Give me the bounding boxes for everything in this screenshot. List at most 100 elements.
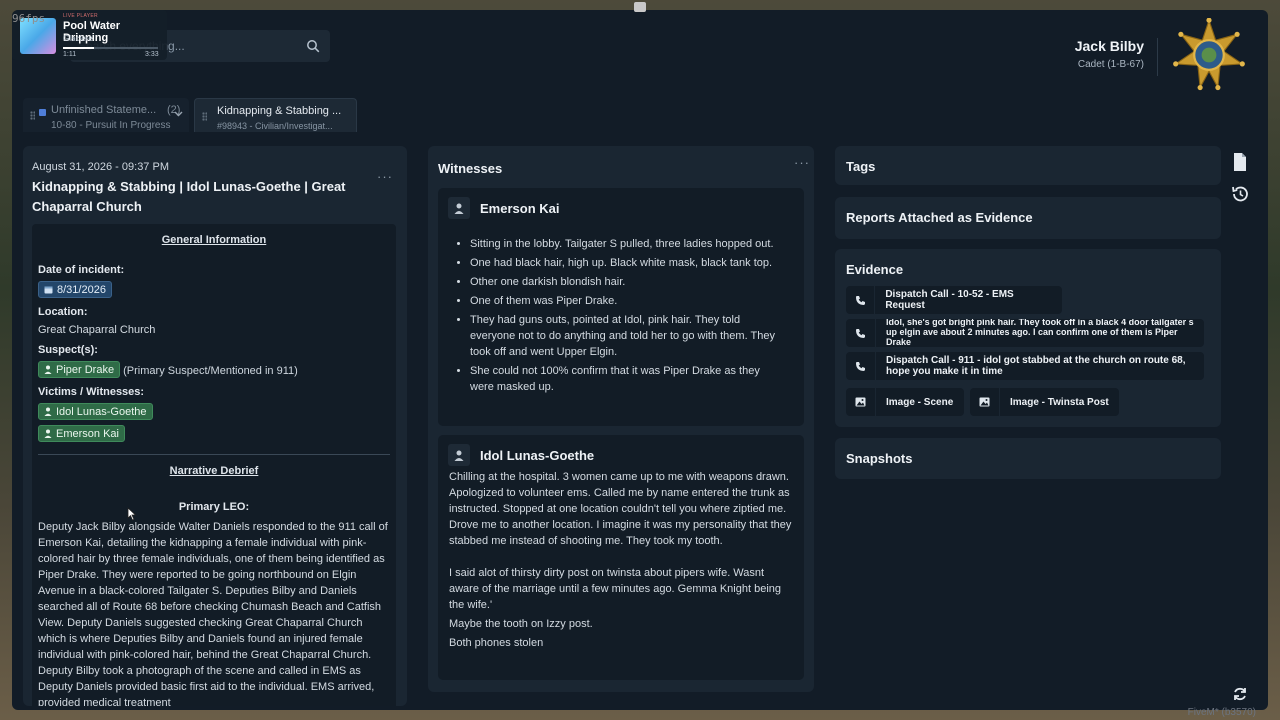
phone-icon	[846, 286, 876, 314]
more-options-icon[interactable]: ···	[377, 170, 393, 183]
track-elapsed: 1:11	[63, 51, 77, 58]
victim-chip[interactable]: Emerson Kai	[38, 425, 125, 442]
witnesses-title: Witnesses	[438, 161, 503, 176]
phone-icon	[846, 352, 876, 380]
suspects-label: Suspect(s):	[38, 344, 98, 356]
evidence-label: Image - Twinsta Post	[1010, 396, 1109, 408]
user-name: Jack Bilby	[1074, 38, 1144, 54]
reports-evidence-section[interactable]: Reports Attached as Evidence	[835, 197, 1221, 239]
tab-unfinished-statements[interactable]: Unfinished Stateme... (2) 10-80 - Pursui…	[23, 98, 189, 132]
person-icon	[448, 197, 470, 219]
suspect-note: (Primary Suspect/Mentioned in 911)	[123, 365, 298, 377]
location-value: Great Chaparral Church	[38, 324, 156, 336]
victim-name: Idol Lunas-Goethe	[56, 405, 147, 418]
report-panel: August 31, 2026 - 09:37 PM Kidnapping & …	[23, 146, 407, 706]
tab-subtitle: #98943 - Civilian/Investigat...	[217, 121, 333, 131]
statement-point: They had guns outs, pointed at Idol, pin…	[470, 312, 786, 360]
phone-icon	[846, 319, 876, 347]
person-icon	[44, 429, 52, 438]
statement-point: One had black hair, high up. Black white…	[470, 255, 786, 271]
suspect-name: Piper Drake	[56, 363, 115, 376]
victims-label: Victims / Witnesses:	[38, 386, 145, 398]
suspect-chip[interactable]: Piper Drake	[38, 361, 121, 378]
person-icon	[44, 407, 52, 416]
statement-paragraph: Chilling at the hospital. 3 women came u…	[449, 471, 792, 547]
drag-handle-icon[interactable]	[202, 112, 207, 121]
witness-name: Idol Lunas-Goethe	[480, 447, 595, 463]
user-rank: Cadet (1-B-67)	[1077, 59, 1144, 70]
document-icon[interactable]	[1230, 152, 1250, 172]
victim-name: Emerson Kai	[56, 427, 119, 440]
date-chip-value: 8/31/2026	[57, 283, 106, 296]
statement-paragraph: Both phones stolen	[449, 637, 544, 649]
evidence-item[interactable]: Dispatch Call - 911 - 3 masked females j…	[846, 319, 1204, 347]
music-tag: LIVE PLAYER	[63, 13, 98, 19]
history-icon[interactable]	[1230, 184, 1250, 204]
general-info-heading: General Information	[161, 234, 267, 246]
tags-title: Tags	[846, 159, 876, 174]
mdt-window: LIVE PLAYER Pool Water Dripping Glaciere…	[12, 10, 1268, 710]
user-divider	[1157, 38, 1158, 76]
date-chip[interactable]: 8/31/2026	[38, 281, 112, 298]
drag-handle-icon[interactable]	[30, 111, 35, 120]
search-icon[interactable]	[306, 39, 320, 53]
statement-point: One of them was Piper Drake.	[470, 293, 786, 309]
user-info: Jack Bilby Cadet (1-B-67)	[1075, 38, 1144, 70]
primary-leo-label: Primary LEO:	[178, 501, 250, 513]
report-title: Kidnapping & Stabbing | Idol Lunas-Goeth…	[32, 179, 346, 214]
tab-subtitle: 10-80 - Pursuit In Progress	[51, 120, 171, 131]
statement-paragraph: Maybe the tooth on Izzy post.	[449, 618, 593, 630]
narrative-text: Deputy Jack Bilby alongside Walter Danie…	[38, 521, 388, 706]
reports-title: Reports Attached as Evidence	[846, 210, 1033, 225]
fps-counter: 96fps	[12, 12, 46, 25]
sheriff-star-badge-icon	[1173, 18, 1245, 91]
statement-paragraph: I said alot of thirsty dirty post on twi…	[449, 567, 782, 611]
statement-point: She could not 100% confirm that it was P…	[470, 363, 786, 395]
narrative-heading: Narrative Debrief	[169, 465, 259, 477]
snapshots-title: Snapshots	[846, 451, 913, 466]
evidence-title: Evidence	[846, 262, 904, 277]
evidence-label: Image - Scene	[886, 396, 954, 408]
lock-icon	[634, 2, 646, 12]
build-label: FiveM* (b3570)	[1187, 707, 1256, 718]
witness-card: Emerson Kai Sitting in the lobby. Tailga…	[438, 188, 804, 426]
witnesses-panel: Witnesses ··· Emerson Kai Sitting in the…	[428, 146, 814, 692]
snapshots-section[interactable]: Snapshots	[835, 438, 1221, 479]
tags-section[interactable]: Tags	[835, 146, 1221, 185]
tab-kidnapping-report[interactable]: Kidnapping & Stabbing ... #98943 - Civil…	[194, 98, 357, 132]
witness-statement: Chilling at the hospital. 3 women came u…	[449, 469, 794, 651]
evidence-label: Dispatch Call - 911 - 3 masked females j…	[886, 319, 1194, 347]
evidence-item[interactable]: Image - Twinsta Post	[970, 388, 1119, 416]
image-icon	[970, 388, 1000, 416]
person-icon	[44, 365, 52, 374]
tab-title: Kidnapping & Stabbing ...	[217, 105, 342, 117]
statement-point: Sitting in the lobby. Tailgater S pulled…	[470, 236, 786, 252]
evidence-item[interactable]: Dispatch Call - 10-52 - EMS Request	[846, 286, 1062, 314]
evidence-label: Dispatch Call - 10-52 - EMS Request	[885, 289, 1014, 311]
status-dot-icon	[39, 109, 46, 116]
evidence-label: Dispatch Call - 911 - idol got stabbed a…	[886, 355, 1186, 377]
person-icon	[448, 444, 470, 466]
image-icon	[846, 388, 876, 416]
victim-chip[interactable]: Idol Lunas-Goethe	[38, 403, 153, 420]
chevron-down-icon[interactable]	[174, 111, 183, 117]
track-artist: Glaciere	[63, 34, 93, 43]
calendar-icon	[44, 286, 53, 294]
location-label: Location:	[38, 306, 88, 318]
tab-title: Unfinished Stateme...	[51, 104, 157, 116]
track-duration: 3:33	[145, 51, 159, 58]
track-progress[interactable]	[63, 47, 158, 49]
date-label: Date of incident:	[38, 264, 125, 276]
evidence-item[interactable]: Image - Scene	[846, 388, 964, 416]
statement-point: Other one darkish blondish hair.	[470, 274, 786, 290]
evidence-item[interactable]: Dispatch Call - 911 - idol got stabbed a…	[846, 352, 1204, 380]
more-options-icon[interactable]: ···	[794, 156, 810, 169]
report-body: General Information Date of incident: 8/…	[32, 224, 396, 706]
witness-name: Emerson Kai	[480, 200, 560, 216]
refresh-icon[interactable]	[1232, 686, 1248, 702]
mouse-cursor-icon	[127, 507, 137, 521]
witness-statement-list: Sitting in the lobby. Tailgater S pulled…	[470, 236, 786, 398]
evidence-section: Evidence Dispatch Call - 10-52 - EMS Req…	[835, 249, 1221, 427]
section-divider	[38, 454, 390, 455]
witness-card: Idol Lunas-Goethe Chilling at the hospit…	[438, 435, 804, 680]
